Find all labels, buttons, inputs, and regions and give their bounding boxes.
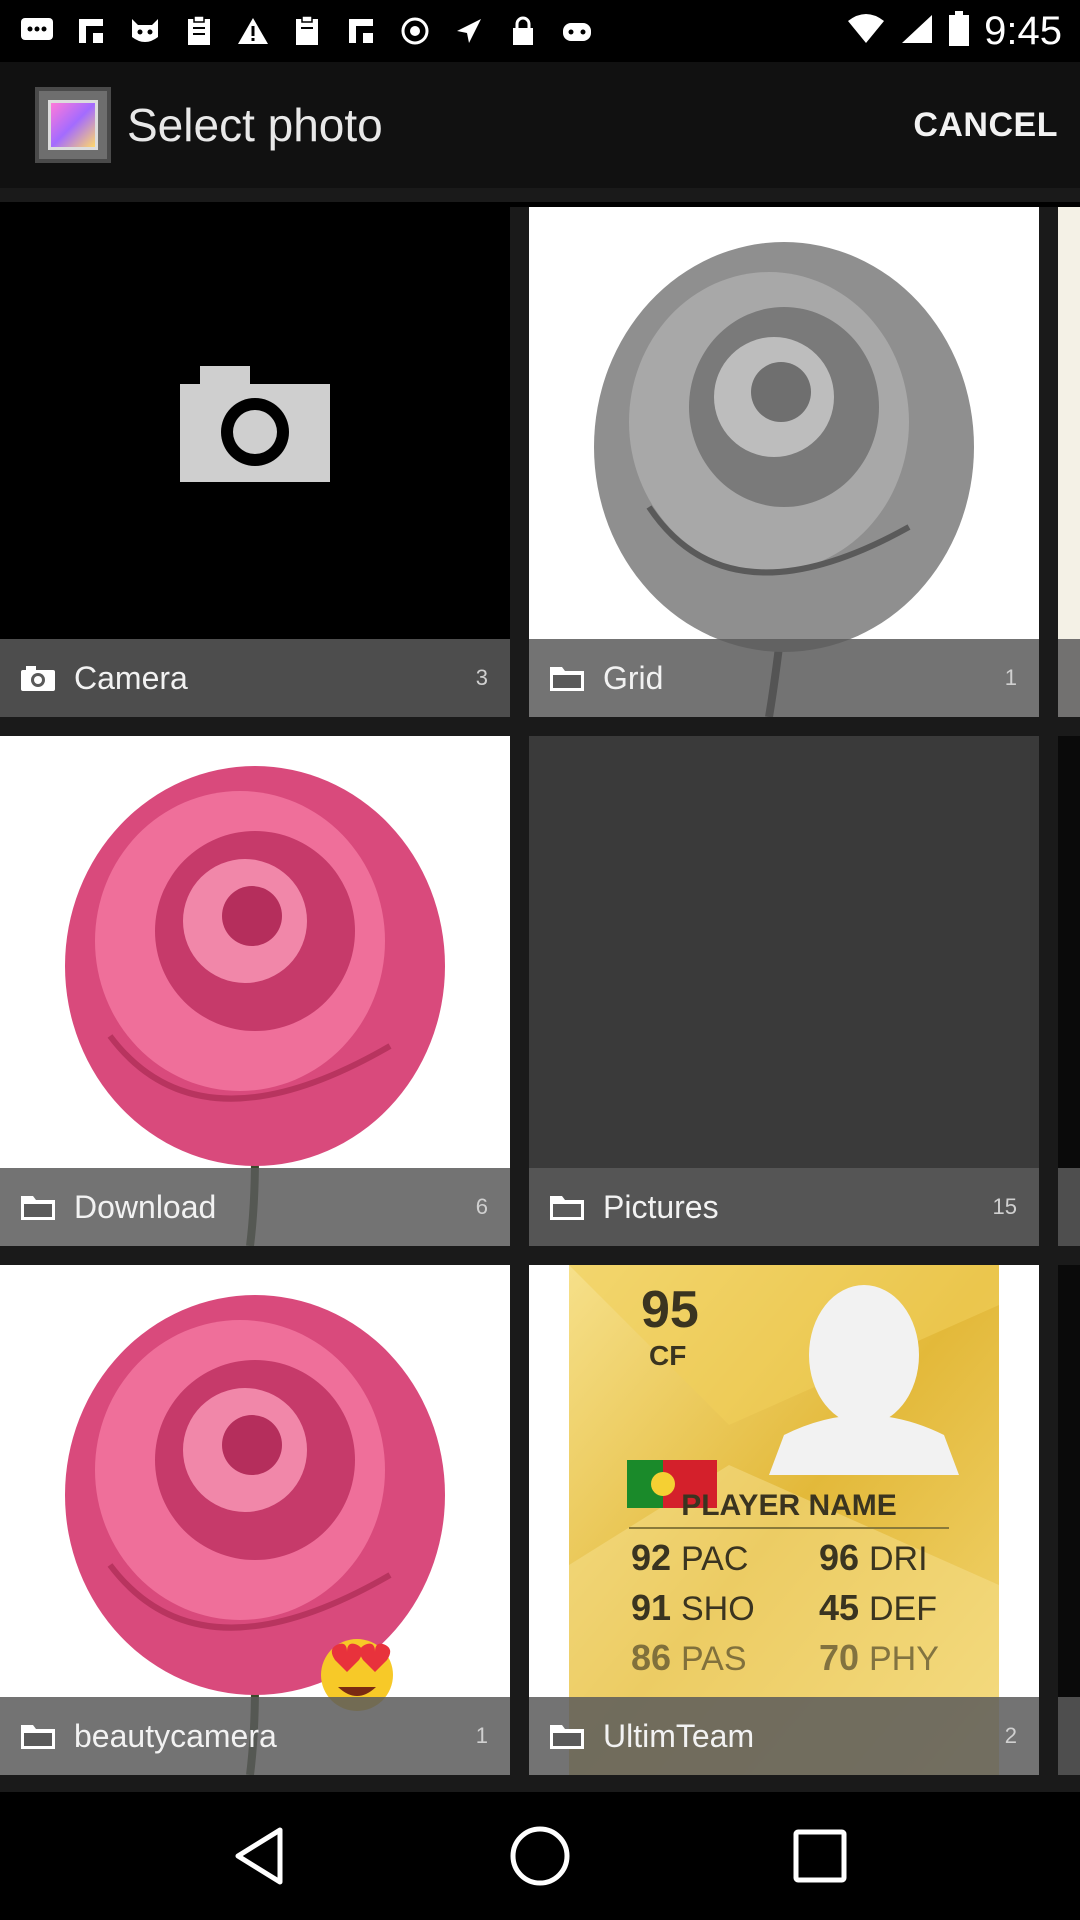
lock-icon <box>504 13 542 49</box>
album-count: 2 <box>1004 1723 1017 1748</box>
folder-icon <box>20 1193 56 1221</box>
album-name: UltimTeam <box>603 1717 755 1754</box>
folder-icon <box>549 1193 585 1221</box>
album-count: 6 <box>475 1194 488 1219</box>
clipboard-icon <box>180 13 218 49</box>
album-name: Pictures <box>603 1188 719 1225</box>
location-icon <box>450 13 488 49</box>
message-icon <box>18 13 56 49</box>
album-tile-download[interactable]: Download 6 <box>0 736 510 1246</box>
home-circle-icon <box>510 1826 570 1886</box>
game-icon <box>558 13 596 49</box>
divider <box>0 188 1080 202</box>
album-grid: Camera 3 Grid 1 Download 6 Pictures 15 b… <box>0 207 1080 1792</box>
album-tile-grid[interactable]: Grid 1 <box>529 207 1039 717</box>
stat-value: 91 <box>631 1587 671 1628</box>
gallery-app-icon <box>35 87 111 163</box>
signal-icon <box>900 13 934 50</box>
album-tile-beautycamera[interactable]: beautycamera 1 <box>0 1265 510 1775</box>
cat-icon <box>126 13 164 49</box>
status-bar: 9:45 <box>0 0 1080 62</box>
album-label-bar: Download 6 <box>0 1168 510 1246</box>
card-player-name: PLAYER NAME <box>681 1489 897 1522</box>
folder-icon <box>549 1722 585 1750</box>
album-label-bar: Camera 3 <box>0 639 510 717</box>
album-label-bar: UltimTeam 2 <box>529 1697 1039 1775</box>
album-name: Grid <box>603 659 664 696</box>
album-label-bar: Grid 1 <box>529 639 1039 717</box>
album-count: 1 <box>1004 665 1017 690</box>
back-button[interactable] <box>220 1816 300 1896</box>
album-name: Download <box>74 1188 217 1225</box>
camera-icon <box>20 664 56 692</box>
folder-icon <box>20 1722 56 1750</box>
album-name: Camera <box>74 659 188 696</box>
stat-label: DRI <box>869 1540 928 1578</box>
album-name: beautycamera <box>74 1717 277 1754</box>
album-label-bar <box>1058 639 1080 717</box>
warning-icon <box>234 13 272 49</box>
flipboard-icon <box>72 13 110 49</box>
album-label-bar: beautycamera 1 <box>0 1697 510 1775</box>
album-tile-pictures[interactable]: Pictures 15 <box>529 736 1039 1246</box>
wifi-icon <box>846 13 886 50</box>
page-title: Select photo <box>127 99 383 151</box>
album-tile-partial[interactable] <box>1058 207 1080 717</box>
gallery-picture-icon <box>48 100 98 150</box>
status-right: 9:45 <box>846 9 1062 54</box>
stat-label: PAS <box>681 1640 747 1678</box>
album-label-bar <box>1058 1697 1080 1775</box>
stat-value: 96 <box>819 1537 859 1578</box>
flipboard-icon <box>342 13 380 49</box>
stat-value: 86 <box>631 1637 671 1678</box>
recents-button[interactable] <box>780 1816 860 1896</box>
notification-icons <box>18 13 596 49</box>
album-count: 1 <box>475 1723 488 1748</box>
camera-icon <box>180 366 330 482</box>
recents-square-icon <box>793 1829 847 1883</box>
info-icon <box>396 13 434 49</box>
album-label-bar <box>1058 1168 1080 1246</box>
album-tile-partial[interactable] <box>1058 1265 1080 1775</box>
stat-value: 45 <box>819 1587 859 1628</box>
album-label-bar: Pictures 15 <box>529 1168 1039 1246</box>
stat-value: 92 <box>631 1537 671 1578</box>
stat-label: DEF <box>869 1590 937 1628</box>
album-tile-partial[interactable] <box>1058 736 1080 1246</box>
card-position: CF <box>649 1340 686 1371</box>
back-triangle-icon <box>235 1827 283 1885</box>
folder-icon <box>549 664 585 692</box>
album-count: 3 <box>475 665 488 690</box>
stat-label: PHY <box>869 1640 939 1678</box>
clock: 9:45 <box>984 8 1062 53</box>
stat-label: PAC <box>681 1540 748 1578</box>
stat-label: SHO <box>681 1590 755 1628</box>
card-rating: 95 <box>641 1281 699 1339</box>
home-button[interactable] <box>500 1816 580 1896</box>
battery-icon <box>948 10 970 52</box>
album-count: 15 <box>992 1194 1017 1219</box>
clipboard-icon <box>288 13 326 49</box>
album-tile-camera[interactable]: Camera 3 <box>0 207 510 717</box>
app-bar: Select photo CANCEL <box>0 62 1080 188</box>
album-tile-ultimteam[interactable]: 95 CF PLAYER NAME 92 PAC 96 DRI 91 SHO 4… <box>529 1265 1039 1775</box>
stat-value: 70 <box>819 1637 859 1678</box>
navigation-bar <box>0 1792 1080 1920</box>
cancel-button[interactable]: CANCEL <box>913 106 1058 145</box>
